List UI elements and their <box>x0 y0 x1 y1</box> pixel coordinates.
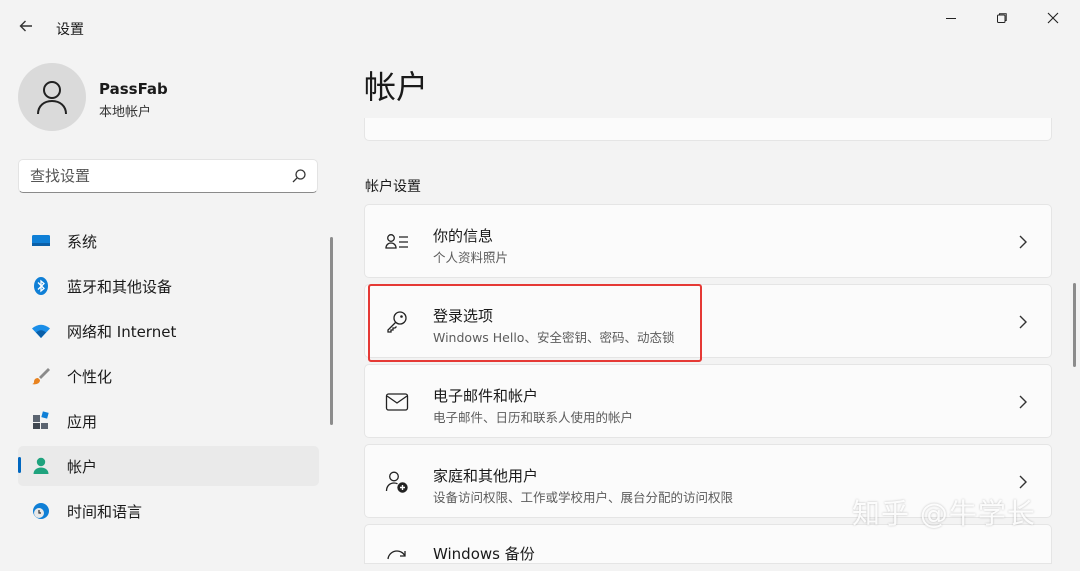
minimize-button[interactable] <box>928 4 974 32</box>
previous-card <box>364 118 1052 141</box>
apps-icon <box>31 411 51 431</box>
back-arrow-icon <box>19 20 32 32</box>
sidebar-item-personalization[interactable]: 个性化 <box>18 356 319 396</box>
active-nav-indicator <box>18 457 21 473</box>
chevron-right-icon <box>1019 315 1027 329</box>
family-add-icon <box>385 470 409 494</box>
highlight-box <box>368 284 702 362</box>
avatar[interactable] <box>18 63 86 131</box>
card-title: 你的信息 <box>433 227 494 245</box>
card-your-info[interactable]: 你的信息 个人资料照片 <box>364 204 1052 278</box>
card-subtitle: 个人资料照片 <box>433 250 509 265</box>
restore-button[interactable] <box>979 4 1025 32</box>
app-title: 设置 <box>56 22 84 38</box>
monitor-icon <box>31 231 51 251</box>
sidebar-item-system[interactable]: 系统 <box>18 221 319 261</box>
close-icon <box>1047 12 1059 24</box>
search-box[interactable] <box>18 159 318 193</box>
sidebar-scrollbar[interactable] <box>330 237 333 425</box>
main-scrollbar[interactable] <box>1073 283 1076 367</box>
bluetooth-icon <box>31 276 51 296</box>
sidebar-item-apps[interactable]: 应用 <box>18 401 319 441</box>
card-subtitle: 电子邮件、日历和联系人使用的帐户 <box>433 410 634 425</box>
sidebar-item-label: 应用 <box>67 413 98 431</box>
sidebar-item-accounts[interactable]: 帐户 <box>18 446 319 486</box>
sidebar-item-bluetooth[interactable]: 蓝牙和其他设备 <box>18 266 319 306</box>
watermark: 知乎 @牛学长 <box>852 497 1036 530</box>
brush-icon <box>31 366 51 386</box>
search-icon[interactable] <box>291 168 307 184</box>
page-title: 帐户 <box>364 68 429 106</box>
card-email-accounts[interactable]: 电子邮件和帐户 电子邮件、日历和联系人使用的帐户 <box>364 364 1052 438</box>
sidebar-item-label: 帐户 <box>67 458 98 476</box>
sidebar-item-label: 蓝牙和其他设备 <box>67 278 173 296</box>
wifi-icon <box>31 321 51 341</box>
sidebar-item-label: 时间和语言 <box>67 503 143 521</box>
back-button[interactable] <box>10 10 42 42</box>
chevron-right-icon <box>1019 475 1027 489</box>
sidebar-item-label: 系统 <box>67 233 98 251</box>
card-subtitle: 设备访问权限、工作或学校用户、展台分配的访问权限 <box>433 490 734 505</box>
chevron-right-icon <box>1019 395 1027 409</box>
mail-icon <box>385 390 409 414</box>
user-silhouette-icon <box>37 81 67 115</box>
minimize-icon <box>946 18 956 19</box>
backup-icon <box>385 547 409 571</box>
chevron-right-icon <box>1019 235 1027 249</box>
user-name: PassFab <box>99 80 168 98</box>
close-button[interactable] <box>1030 4 1076 32</box>
person-icon <box>31 456 51 476</box>
search-input[interactable] <box>30 160 280 192</box>
card-title: 电子邮件和帐户 <box>433 387 539 405</box>
sidebar-item-time-language[interactable]: 时间和语言 <box>18 491 319 531</box>
clock-globe-icon <box>31 501 51 521</box>
person-info-icon <box>385 230 409 254</box>
card-title: 家庭和其他用户 <box>433 467 539 485</box>
sidebar-item-network[interactable]: 网络和 Internet <box>18 311 319 351</box>
sidebar-item-label: 个性化 <box>67 368 113 386</box>
restore-icon <box>997 13 1007 23</box>
account-type: 本地帐户 <box>99 105 152 120</box>
section-header: 帐户设置 <box>365 179 421 195</box>
sidebar-item-label: 网络和 Internet <box>67 323 177 341</box>
